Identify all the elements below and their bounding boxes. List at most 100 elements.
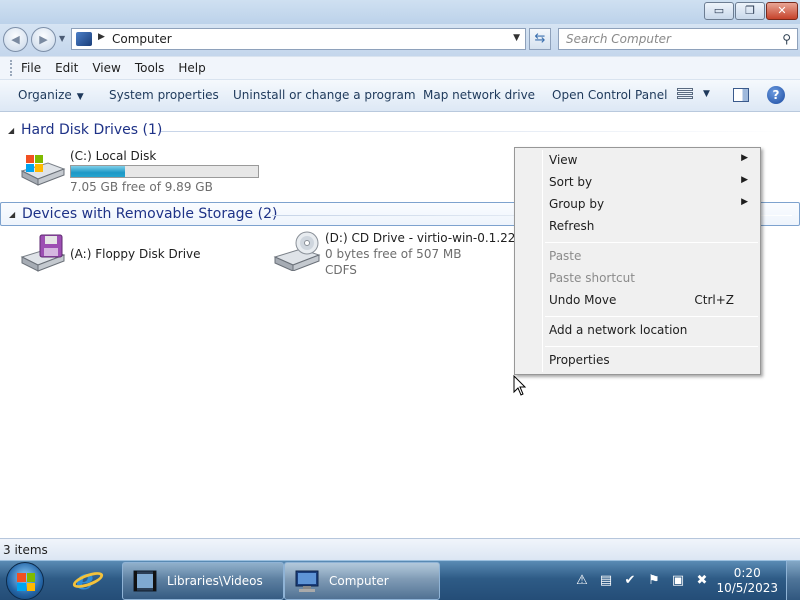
videos-library-icon: [133, 570, 157, 592]
floppy-drive-icon: [20, 234, 66, 272]
context-item-group-by[interactable]: Group by ▶: [549, 197, 754, 215]
menu-gutter: [542, 150, 543, 372]
address-bar[interactable]: ▶ Computer ▼: [71, 28, 526, 50]
context-item-label: Properties: [549, 353, 610, 367]
mouse-cursor-icon: [513, 375, 527, 396]
context-item-label: Group by: [549, 197, 605, 211]
taskbar: e Libraries\Videos Computer ⚠ ▤ ✔ ⚑ ▣ ✖ …: [0, 560, 800, 600]
context-item-label: Add a network location: [549, 323, 688, 337]
organize-label: Organize: [18, 88, 72, 102]
taskbar-item-label: Libraries\Videos: [167, 574, 263, 588]
refresh-icon[interactable]: ⇆: [529, 28, 551, 50]
network-status-icon[interactable]: ▣: [670, 573, 686, 589]
taskbar-item-libraries-videos[interactable]: Libraries\Videos: [122, 562, 284, 600]
menu-grip: [10, 60, 13, 76]
menu-separator: [545, 316, 758, 317]
maximize-button[interactable]: ❐: [735, 2, 765, 20]
context-item-sort-by[interactable]: Sort by ▶: [549, 175, 754, 193]
security-shield-icon[interactable]: ✔: [622, 573, 638, 589]
network-tray-icon[interactable]: ⚠: [574, 573, 590, 589]
internet-explorer-icon[interactable]: e: [70, 565, 106, 597]
close-button[interactable]: ✕: [766, 2, 798, 20]
drive-free-space: 7.05 GB free of 9.89 GB: [70, 180, 213, 194]
context-item-refresh[interactable]: Refresh: [549, 219, 754, 237]
menu-tools[interactable]: Tools: [131, 57, 171, 79]
help-icon[interactable]: ?: [767, 86, 785, 104]
clock-date: 10/5/2023: [716, 581, 778, 595]
search-icon[interactable]: ⚲: [782, 32, 791, 46]
forward-button[interactable]: ▶: [31, 27, 56, 52]
drive-name: (C:) Local Disk: [70, 149, 157, 163]
drive-name: (A:) Floppy Disk Drive: [70, 247, 201, 261]
search-box[interactable]: ⚲: [558, 28, 798, 50]
menu-file[interactable]: File: [17, 57, 47, 79]
collapse-triangle-icon[interactable]: ◢: [9, 210, 15, 219]
menu-help[interactable]: Help: [174, 57, 211, 79]
windows-logo-icon: [17, 573, 35, 591]
recent-pages-dropdown-icon[interactable]: ▼: [59, 34, 65, 43]
minimize-button[interactable]: ▭: [704, 2, 734, 20]
system-properties-button[interactable]: System properties: [109, 88, 219, 102]
computer-icon: [76, 32, 92, 46]
status-bar: 3 items: [0, 538, 800, 560]
uninstall-program-button[interactable]: Uninstall or change a program: [233, 88, 416, 102]
view-options-dropdown-icon[interactable]: ▼: [703, 89, 710, 99]
menu-separator: [545, 242, 758, 243]
title-bar: ▭ ❐ ✕: [0, 0, 800, 24]
group-header-hard-disk[interactable]: ◢ Hard Disk Drives (1): [0, 119, 800, 143]
change-view-icon[interactable]: [677, 88, 693, 102]
drive-d[interactable]: (D:) CD Drive - virtio-win-0.1.225 0 byt…: [273, 231, 523, 281]
action-center-flag-icon[interactable]: ⚑: [646, 573, 662, 589]
address-dropdown-icon[interactable]: ▼: [513, 33, 520, 43]
map-network-drive-button[interactable]: Map network drive: [423, 88, 535, 102]
context-item-label: Paste: [549, 249, 582, 263]
drive-c[interactable]: (C:) Local Disk 7.05 GB free of 9.89 GB: [18, 149, 268, 197]
clock[interactable]: 0:20 10/5/2023: [716, 566, 778, 596]
group-title: Devices with Removable Storage (2): [22, 206, 278, 222]
shortcut-label: Ctrl+Z: [694, 293, 734, 307]
menu-view[interactable]: View: [88, 57, 126, 79]
context-item-label: View: [549, 153, 578, 167]
context-item-undo-move[interactable]: Undo Move Ctrl+Z: [549, 293, 754, 311]
breadcrumb-arrow-icon[interactable]: ▶: [98, 32, 105, 42]
disk-usage-bar: [70, 165, 259, 178]
context-item-label: Paste shortcut: [549, 271, 635, 285]
drive-name: (D:) CD Drive - virtio-win-0.1.225: [325, 231, 524, 245]
context-item-paste-shortcut: Paste shortcut: [549, 271, 754, 289]
collapse-triangle-icon[interactable]: ◢: [8, 126, 14, 135]
window-controls: ▭ ❐ ✕: [704, 2, 798, 20]
hard-disk-icon: [20, 155, 66, 186]
taskbar-item-computer[interactable]: Computer: [284, 562, 440, 600]
menu-bar: File Edit View Tools Help: [0, 56, 800, 80]
context-item-paste: Paste: [549, 249, 754, 267]
menu-edit[interactable]: Edit: [51, 57, 84, 79]
submenu-arrow-icon: ▶: [741, 175, 748, 185]
context-item-add-network-location[interactable]: Add a network location: [549, 323, 754, 341]
open-control-panel-button[interactable]: Open Control Panel: [552, 88, 667, 102]
clock-time: 0:20: [733, 566, 761, 580]
item-count: 3 items: [3, 543, 48, 557]
start-button[interactable]: [6, 562, 44, 600]
submenu-arrow-icon: ▶: [741, 197, 748, 207]
back-button[interactable]: ◀: [3, 27, 28, 52]
chevron-down-icon: ▼: [76, 92, 84, 102]
command-bar: Organize ▼ System properties Uninstall or…: [0, 80, 800, 112]
drive-free-space: 0 bytes free of 507 MB: [325, 247, 462, 261]
context-item-label: Refresh: [549, 219, 595, 233]
computer-icon: [295, 570, 319, 592]
drive-a[interactable]: (A:) Floppy Disk Drive: [18, 233, 218, 277]
organize-button[interactable]: Organize ▼: [18, 88, 84, 102]
show-desktop-button[interactable]: [786, 561, 800, 600]
drive-filesystem: CDFS: [325, 263, 357, 277]
breadcrumb-computer[interactable]: Computer: [112, 32, 172, 46]
context-item-view[interactable]: View ▶: [549, 153, 754, 171]
submenu-arrow-icon: ▶: [741, 153, 748, 163]
search-input[interactable]: [559, 29, 769, 49]
disk-usage-fill: [71, 166, 125, 177]
volume-muted-icon[interactable]: ✖: [694, 573, 710, 589]
preview-pane-icon[interactable]: [733, 88, 749, 102]
context-item-label: Sort by: [549, 175, 593, 189]
context-item-properties[interactable]: Properties: [549, 353, 754, 371]
cd-drive-icon: [273, 231, 321, 271]
clipboard-tray-icon[interactable]: ▤: [598, 573, 614, 589]
